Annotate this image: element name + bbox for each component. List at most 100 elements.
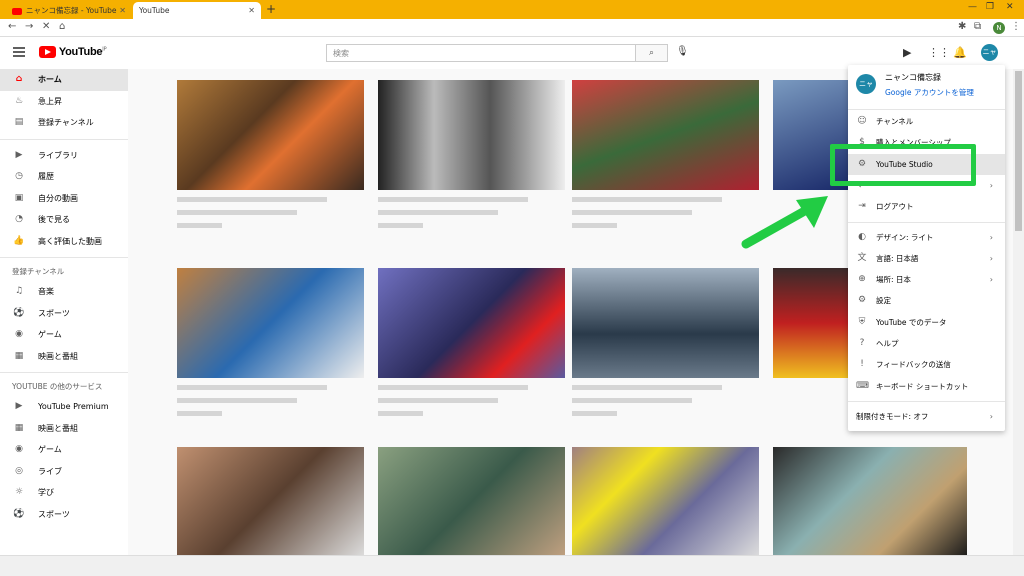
video-thumbnail[interactable] bbox=[177, 80, 364, 190]
sidebar-item[interactable]: ▶ ライブラリ bbox=[0, 145, 128, 167]
url-field[interactable] bbox=[80, 22, 120, 33]
sidebar-item-label: 映画と番組 bbox=[38, 351, 78, 361]
sidebar-item[interactable]: ◷ 履歴 bbox=[0, 166, 128, 188]
sidebar-item[interactable]: ☼ 学び bbox=[0, 482, 128, 504]
search-button[interactable]: ⌕ bbox=[636, 44, 668, 62]
home-browser-icon[interactable]: ⌂ bbox=[59, 21, 65, 32]
sidebar-item[interactable]: ▣ 自分の動画 bbox=[0, 188, 128, 210]
sidebar-item[interactable]: ◉ ゲーム bbox=[0, 439, 128, 461]
sidebar-item[interactable]: ▦ 映画と番組 bbox=[0, 346, 128, 368]
window-close-icon[interactable]: ✕ bbox=[1006, 2, 1014, 12]
sidebar-item[interactable]: ♫ 音楽 bbox=[0, 281, 128, 303]
sidebar-item[interactable]: ⚽ スポーツ bbox=[0, 303, 128, 325]
account-menu-item-label: チャンネル bbox=[876, 117, 914, 126]
manage-google-account-link[interactable]: Google アカウントを管理 bbox=[885, 87, 974, 98]
account-menu-item[interactable]: ◐ デザイン: ライト › bbox=[848, 227, 1005, 248]
account-menu-item[interactable]: ⛨ YouTube でのデータ bbox=[848, 312, 1005, 333]
trending-icon: ♨ bbox=[14, 95, 24, 106]
video-meta-placeholder bbox=[177, 385, 327, 424]
sidebar-item[interactable]: ▤ 登録チャンネル bbox=[0, 112, 128, 134]
forward-icon[interactable]: → bbox=[25, 21, 33, 32]
video-thumbnail[interactable] bbox=[773, 268, 848, 378]
browser-menu-icon[interactable]: ⋮ bbox=[1011, 21, 1021, 32]
account-menu-header: ニャ ニャンコ備忘録 Google アカウントを管理 bbox=[848, 65, 1005, 110]
video-thumbnail[interactable] bbox=[572, 80, 759, 190]
minimize-icon[interactable]: — bbox=[968, 2, 977, 12]
logout-icon: ⇥ bbox=[858, 201, 866, 212]
sidebar-item[interactable]: ◔ 後で見る bbox=[0, 209, 128, 231]
movies-icon: ▦ bbox=[14, 422, 24, 433]
account-menu-item[interactable]: ☺ チャンネル bbox=[848, 111, 1005, 132]
my-videos-icon: ▣ bbox=[14, 192, 24, 203]
account-menu-item[interactable]: 文言語: 日本語 › bbox=[848, 248, 1005, 269]
extension-puzzle-icon[interactable]: ⧉ bbox=[974, 21, 981, 32]
video-meta-placeholder bbox=[378, 385, 528, 424]
voice-search-icon[interactable]: 🎙 bbox=[676, 46, 689, 57]
page-scrollbar[interactable] bbox=[1013, 69, 1024, 555]
video-meta-placeholder bbox=[378, 197, 528, 236]
guide-menu-icon[interactable] bbox=[13, 47, 25, 57]
stop-icon[interactable]: ✕ bbox=[42, 21, 50, 32]
account-menu: ニャ ニャンコ備忘録 Google アカウントを管理 ☺ チャンネル $ 購入とメンバ… bbox=[848, 65, 1005, 431]
theme-icon: ◐ bbox=[858, 231, 866, 242]
video-thumbnail[interactable] bbox=[572, 447, 759, 557]
video-thumbnail[interactable] bbox=[378, 268, 565, 378]
sidebar-item-label: YouTube Premium bbox=[38, 402, 109, 411]
sidebar-item[interactable]: ⌂ ホーム bbox=[0, 69, 128, 91]
search-input[interactable]: 検索 bbox=[326, 44, 636, 62]
sidebar-item-label: ゲーム bbox=[38, 445, 62, 454]
youtube-logo[interactable]: YouTubeJP bbox=[39, 46, 107, 60]
video-thumbnail[interactable] bbox=[378, 80, 565, 190]
account-avatar[interactable]: ニャ bbox=[981, 44, 998, 61]
account-menu-item-label: 制限付きモード: オフ bbox=[856, 411, 929, 421]
browser-tab-active[interactable]: YouTube ✕ bbox=[133, 2, 261, 19]
premium-icon: ▶ bbox=[15, 401, 23, 411]
video-thumbnail[interactable] bbox=[572, 268, 759, 378]
browser-tab[interactable]: ニャンコ備忘録 - YouTube ✕ bbox=[6, 2, 132, 19]
account-menu-item[interactable]: ⌨ キーボード ショートカット bbox=[848, 376, 1005, 397]
account-menu-item[interactable]: 制限付きモード: オフ › bbox=[848, 406, 1005, 427]
apps-grid-icon[interactable]: ⋮⋮ bbox=[928, 46, 950, 59]
video-thumbnail[interactable] bbox=[378, 447, 565, 557]
account-menu-item[interactable]: ⚙ 設定 bbox=[848, 290, 1005, 311]
sidebar-item-label: スポーツ bbox=[38, 308, 70, 318]
learning-icon: ☼ bbox=[14, 487, 24, 497]
sidebar-item[interactable]: ⚽ スポーツ bbox=[0, 504, 128, 526]
account-menu-item[interactable]: ⊕ 場所: 日本 › bbox=[848, 269, 1005, 290]
divider bbox=[0, 257, 128, 258]
sidebar-subs-section: ♫ 音楽 ⚽ スポーツ ◉ ゲーム ▦ 映画と番組 bbox=[0, 281, 128, 367]
sidebar-item-label: 高く評価した動画 bbox=[38, 236, 102, 246]
sidebar-item-label: 履歴 bbox=[38, 172, 54, 181]
back-icon[interactable]: ← bbox=[8, 21, 16, 32]
browser-profile-avatar[interactable]: N bbox=[993, 22, 1005, 34]
live-icon: ◎ bbox=[15, 465, 23, 476]
video-thumbnail[interactable] bbox=[177, 268, 364, 378]
video-thumbnail[interactable] bbox=[773, 447, 967, 557]
sidebar-item[interactable]: ◎ ライブ bbox=[0, 461, 128, 483]
account-menu-item[interactable]: ⇥ ログアウト bbox=[848, 196, 1005, 217]
tab-close-icon[interactable]: ✕ bbox=[248, 2, 255, 19]
notifications-bell-icon[interactable]: 🔔 bbox=[953, 46, 967, 59]
account-menu-item[interactable]: ? ヘルプ bbox=[848, 333, 1005, 354]
data-shield-icon: ⛨ bbox=[858, 316, 866, 327]
account-menu-item-label: 設定 bbox=[876, 296, 891, 306]
maximize-icon[interactable]: ❐ bbox=[986, 2, 994, 12]
sidebar: ⌂ ホーム ♨ 急上昇 ▤ 登録チャンネル ▶ ライブラリ ◷ 履歴 ▣ 自分の動画 ◔ 後で見る 👍 高く… bbox=[0, 69, 128, 555]
sidebar-item[interactable]: ▦ 映画と番組 bbox=[0, 418, 128, 440]
new-tab-button[interactable]: + bbox=[266, 2, 276, 16]
video-thumbnail[interactable] bbox=[177, 447, 364, 557]
sidebar-item[interactable]: ◉ ゲーム bbox=[0, 324, 128, 346]
divider bbox=[0, 138, 128, 140]
account-menu-item[interactable]: ! フィードバックの送信 bbox=[848, 354, 1005, 375]
sidebar-item-label: 急上昇 bbox=[38, 96, 62, 106]
scrollbar-thumb[interactable] bbox=[1015, 71, 1022, 231]
video-meta-placeholder bbox=[177, 197, 327, 236]
sidebar-item[interactable]: ♨ 急上昇 bbox=[0, 91, 128, 113]
account-menu-item-label: YouTube でのデータ bbox=[876, 317, 947, 327]
tab-close-icon[interactable]: ✕ bbox=[119, 2, 126, 19]
feedback-icon: ! bbox=[860, 359, 864, 370]
create-video-icon[interactable]: ▶ bbox=[903, 46, 911, 59]
sidebar-item[interactable]: 👍 高く評価した動画 bbox=[0, 231, 128, 253]
extensions-icon[interactable]: ✱ bbox=[958, 21, 966, 32]
sidebar-item[interactable]: ▶ YouTube Premium bbox=[0, 396, 128, 418]
